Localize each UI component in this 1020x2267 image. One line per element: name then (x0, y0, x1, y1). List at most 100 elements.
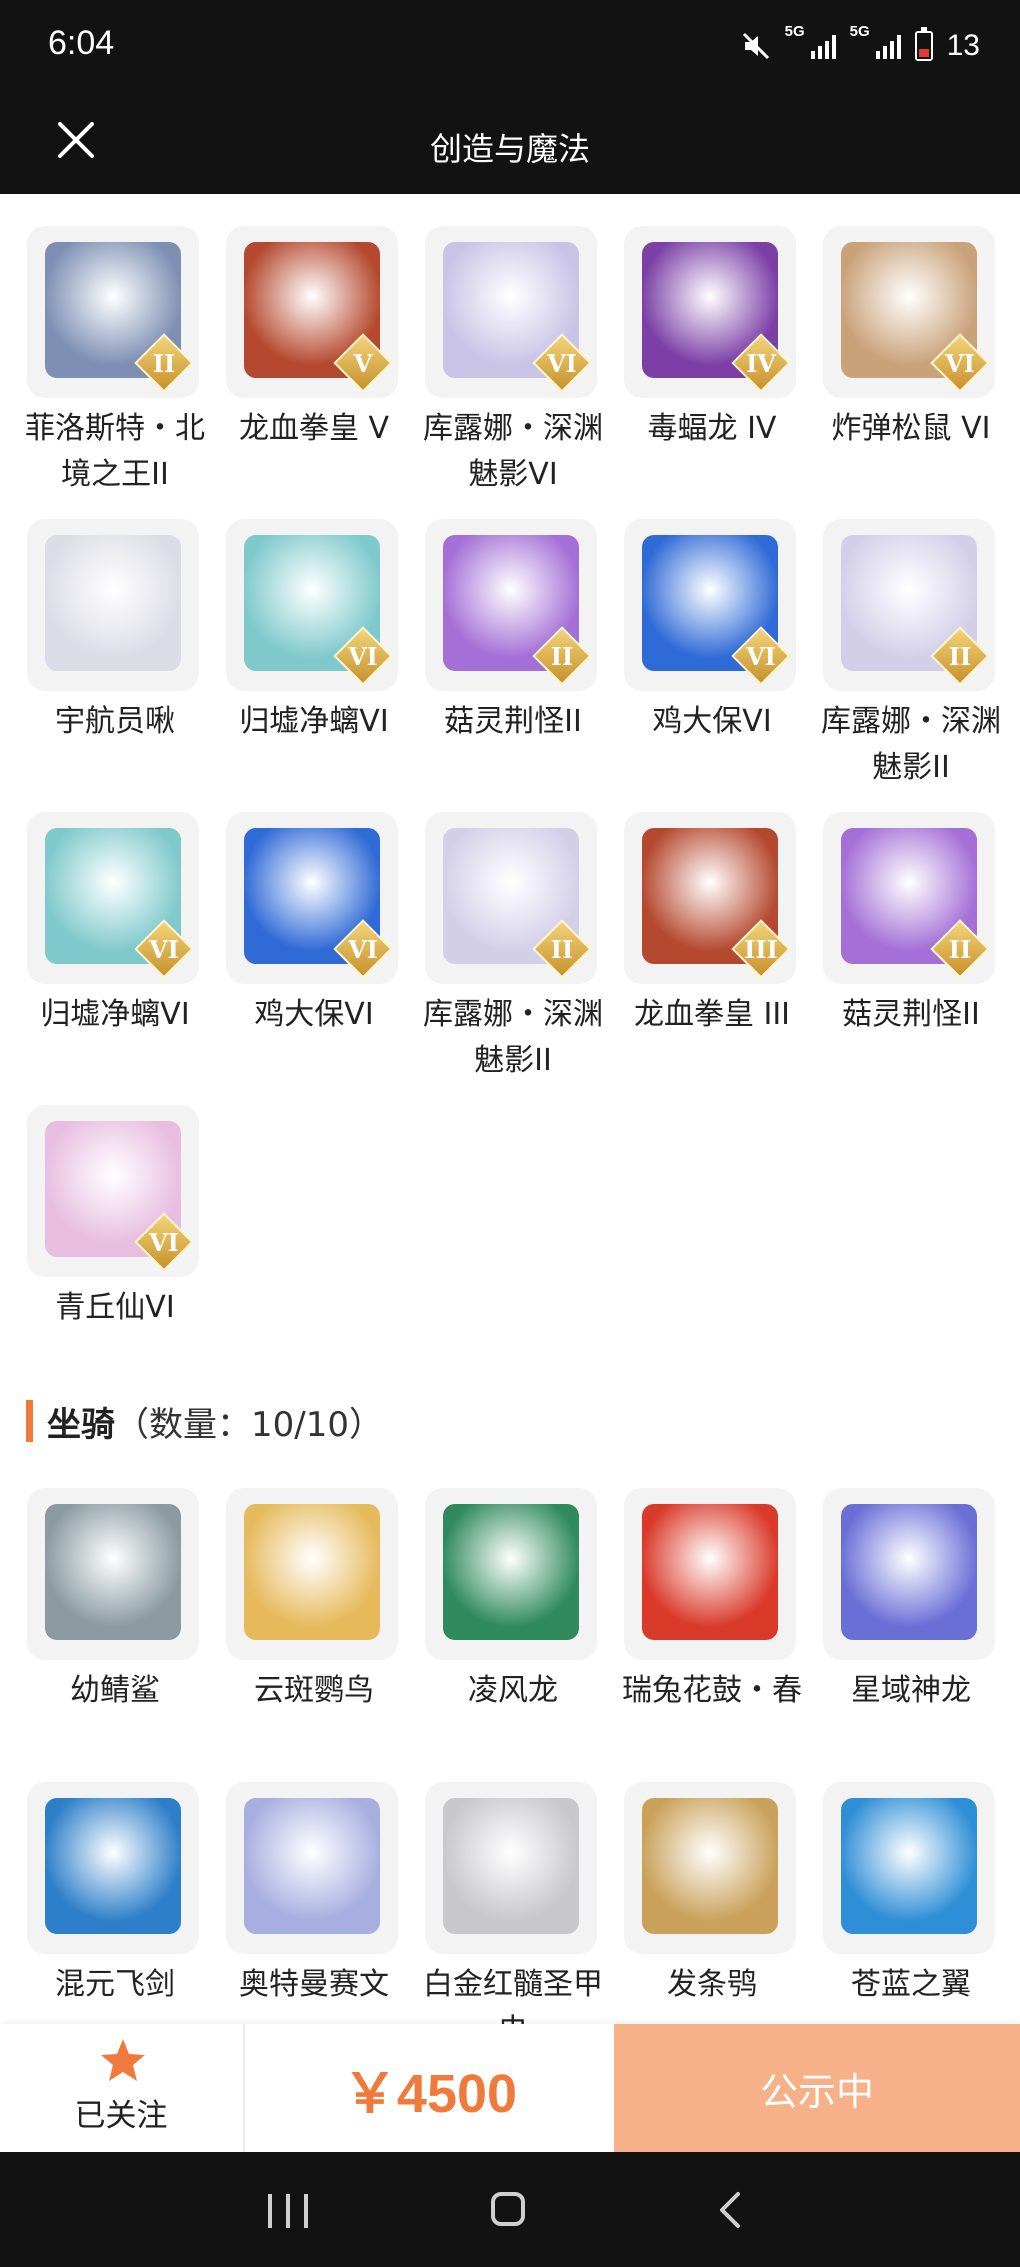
pet-name: 库露娜・深渊魅影II (821, 704, 1001, 785)
back-button[interactable] (712, 2190, 748, 2230)
mount-thumbnail (27, 1782, 199, 1954)
pet-thumbnail: II (823, 519, 995, 691)
pet-thumbnail: VI (27, 812, 199, 984)
mount-thumbnail (823, 1782, 995, 1954)
tier-badge-label: II (948, 934, 972, 964)
follow-button[interactable]: 已关注 (0, 2024, 242, 2152)
tier-badge-label: VI (149, 934, 179, 964)
home-button[interactable] (491, 2192, 525, 2226)
star-icon (101, 2039, 145, 2081)
system-nav-bar (0, 2152, 1020, 2267)
pet-name: 归墟净螭VI (239, 704, 389, 739)
pet-name: 菲洛斯特・北境之王II (25, 411, 205, 492)
price: ￥4500 (342, 2063, 518, 2124)
pet-thumbnail: II (823, 812, 995, 984)
section-title: 坐骑 (47, 1404, 115, 1445)
battery-level: 13 (946, 29, 980, 62)
pet-name: 归墟净螭VI (40, 997, 190, 1032)
mount-thumbnail (27, 1488, 199, 1660)
tier-badge-label: VI (547, 348, 577, 378)
mount-thumbnail (624, 1782, 796, 1954)
mount-image (45, 1798, 181, 1934)
pet-thumbnail: V (226, 226, 398, 398)
pet-thumbnail: VI (624, 519, 796, 691)
pet-thumbnail: II (425, 519, 597, 691)
tier-badge-label: II (550, 934, 574, 964)
mount-image (443, 1798, 579, 1934)
mount-thumbnail (425, 1782, 597, 1954)
pet-thumbnail: IV (624, 226, 796, 398)
mount-image (443, 1504, 579, 1640)
pet-thumbnail: VI (226, 812, 398, 984)
status-bar: 6:04 5G 5G 13 (0, 0, 1020, 96)
signal-icon: 5G (785, 23, 836, 59)
pet-thumbnail: II (425, 812, 597, 984)
signal-icon: 5G (850, 23, 901, 59)
pet-name: 库露娜・深渊魅影II (423, 997, 603, 1078)
mount-name: 幼鲭鲨 (70, 1673, 160, 1708)
mount-name: 星域神龙 (851, 1673, 971, 1708)
bottom-action-bar: 已关注 ￥4500 公示中 (0, 2024, 1020, 2152)
section-count: （数量：10/10） (115, 1404, 383, 1445)
mount-name: 混元飞剑 (55, 1967, 175, 2002)
pet-name: 毒蝠龙 IV (647, 411, 777, 446)
pet-name: 龙血拳皇 III (633, 997, 791, 1032)
pet-name: 库露娜・深渊魅影VI (423, 411, 603, 492)
status-icons: 5G 5G 13 (741, 23, 980, 66)
tier-badge-label: VI (746, 641, 776, 671)
title-bar: 创造与魔法 (0, 96, 1020, 194)
divider (243, 2024, 245, 2152)
recent-apps-button[interactable] (268, 2194, 308, 2228)
tier-badge-label: IV (746, 348, 776, 378)
pet-name: 鸡大保VI (254, 997, 374, 1032)
mount-image (45, 1504, 181, 1640)
pet-thumbnail: VI (823, 226, 995, 398)
mount-name: 云斑鹦鸟 (254, 1673, 374, 1708)
mount-thumbnail (624, 1488, 796, 1660)
mount-image (642, 1504, 778, 1640)
tier-badge-label: III (744, 934, 778, 964)
pet-name: 菇灵荆怪II (444, 704, 582, 739)
pet-name: 青丘仙VI (55, 1290, 175, 1325)
pet-name: 菇灵荆怪II (842, 997, 980, 1032)
mount-name: 奥特曼赛文 (239, 1967, 389, 2002)
pet-name: 宇航员啾 (55, 704, 175, 739)
content-area[interactable]: II 菲洛斯特・北境之王II V 龙血拳皇 V VI 库露娜・深渊魅影VI IV 毒蝠龙 IV… (0, 194, 1020, 2024)
mount-name: 苍蓝之翼 (851, 1967, 971, 2002)
pet-thumbnail: VI (27, 1105, 199, 1277)
pet-thumbnail: III (624, 812, 796, 984)
pet-thumbnail (27, 519, 199, 691)
tier-badge-label: VI (149, 1227, 179, 1257)
pet-name: 龙血拳皇 V (238, 411, 390, 446)
tier-badge-label: VI (348, 641, 378, 671)
follow-label: 已关注 (74, 2098, 168, 2134)
mounts-section-header: 坐骑 （数量：10/10） (26, 1396, 383, 1446)
pet-thumbnail: VI (425, 226, 597, 398)
mount-thumbnail (425, 1488, 597, 1660)
mount-image (841, 1504, 977, 1640)
tier-badge-label: II (550, 641, 574, 671)
pet-name: 鸡大保VI (652, 704, 772, 739)
mute-icon (742, 32, 769, 60)
mount-image (244, 1798, 380, 1934)
mount-name: 发条鸮 (667, 1967, 757, 2002)
mount-image (642, 1798, 778, 1934)
tier-badge-label: II (948, 641, 972, 671)
pet-image (45, 535, 181, 671)
mount-thumbnail (226, 1782, 398, 1954)
mount-image (841, 1798, 977, 1934)
page-title: 创造与魔法 (429, 130, 590, 168)
battery-icon (914, 27, 933, 61)
mount-name: 白金红髓圣甲虫 (423, 1967, 603, 2024)
tier-badge-label: VI (348, 934, 378, 964)
clock: 6:04 (48, 24, 115, 62)
mount-name: 瑞兔花鼓・春 (622, 1673, 802, 1708)
pet-name: 炸弹松鼠 VI (831, 411, 991, 446)
section-accent-bar (26, 1400, 33, 1442)
tier-badge-label: VI (945, 348, 975, 378)
pet-thumbnail: VI (226, 519, 398, 691)
mount-name: 凌风龙 (468, 1673, 558, 1708)
status-button[interactable]: 公示中 (614, 2024, 1020, 2152)
mount-thumbnail (823, 1488, 995, 1660)
tier-badge-label: II (152, 348, 176, 378)
